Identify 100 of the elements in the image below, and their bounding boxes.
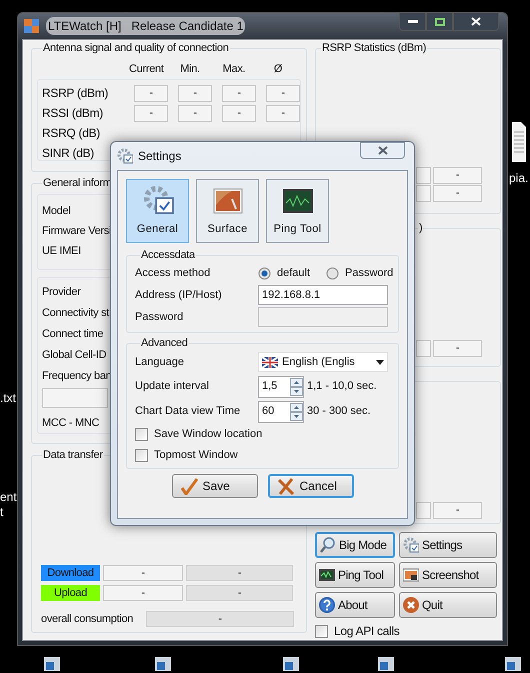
toolbar-button[interactable]: Ping Tool: [315, 562, 395, 588]
window-title: LTEWatch [H] Release Candidate 1: [46, 17, 246, 35]
field-label: Chart Data view Time: [135, 405, 240, 418]
magnifier-icon: [320, 537, 336, 553]
field-label: Password: [135, 310, 184, 323]
value-cell: [42, 388, 108, 408]
range-hint: 1,1 - 10,0 sec.: [307, 379, 377, 394]
column-header: Min.: [179, 62, 201, 75]
group-title: Accessdata: [140, 249, 196, 262]
field-label: Access method: [135, 266, 210, 279]
value-cell: -: [186, 565, 293, 581]
value-cell: -: [266, 104, 300, 122]
toolbar-button[interactable]: Settings: [399, 532, 497, 558]
row-label: RSRP (dBm): [42, 85, 110, 102]
field-label: Provider: [42, 285, 81, 300]
field-label: Connectivity st: [42, 306, 110, 321]
column-header: Ø: [272, 62, 284, 75]
checkbox[interactable]: Save Window location: [135, 424, 262, 445]
field-label: Connect time: [42, 327, 104, 342]
minimize-button[interactable]: [399, 12, 426, 31]
value-cell: -: [433, 502, 482, 519]
group-title: Antenna signal and quality of connection: [42, 42, 230, 55]
settings-tab[interactable]: Ping Tool: [266, 179, 329, 243]
taskbar-icon: [378, 657, 394, 671]
toolbar-button[interactable]: Screenshot: [399, 562, 497, 588]
maximize-icon: [434, 18, 444, 26]
value-cell: -: [103, 585, 183, 601]
field-label: MCC - MNC: [42, 416, 100, 431]
spin-arrows-icon: [290, 378, 303, 396]
radio-button[interactable]: Password: [326, 264, 394, 282]
toolbar-button[interactable]: Quit: [399, 592, 497, 618]
gear-icon: [403, 537, 419, 553]
flag-icon: [262, 356, 278, 368]
value-cell: -: [433, 167, 482, 184]
value-cell: -: [178, 104, 212, 122]
settings-icon: [117, 148, 133, 164]
spin-arrows-icon: [290, 402, 303, 420]
desktop-icon-label[interactable]: pia.: [509, 171, 528, 185]
settings-tab[interactable]: General: [126, 179, 189, 243]
dropdown-value: English (Englis: [282, 354, 356, 370]
close-icon: [471, 17, 481, 26]
log-api-checkbox[interactable]: Log API calls: [315, 622, 400, 640]
value-cell: -: [178, 84, 212, 102]
monitor-icon: [319, 567, 335, 583]
monitor-icon: [282, 186, 314, 214]
number-spinner[interactable]: 60: [258, 400, 304, 422]
value-cell: [416, 185, 431, 202]
close-button[interactable]: [453, 12, 499, 31]
toolbar-button[interactable]: Big Mode: [315, 532, 395, 558]
group-title: ): [418, 222, 424, 235]
spinner-value: 1,5: [262, 379, 278, 394]
gear-icon: [142, 184, 174, 214]
group-title: Data transfer: [42, 449, 104, 462]
checkbox[interactable]: Topmost Window: [135, 445, 238, 466]
value-cell: [416, 340, 431, 357]
value-cell: -: [134, 104, 168, 122]
row-label: SINR (dB): [42, 145, 95, 162]
value-cell: -: [222, 104, 256, 122]
range-hint: 30 - 300 sec.: [307, 404, 371, 420]
desktop-icon-label[interactable]: ent: [0, 490, 17, 504]
app-icon: [24, 18, 40, 34]
transfer-label: Download: [41, 565, 100, 581]
checkmark-icon: [180, 478, 198, 494]
field-label: Language: [135, 356, 184, 368]
field-label: Model: [42, 204, 70, 219]
value-cell: -: [433, 185, 482, 202]
row-label: RSRQ (dB): [42, 125, 101, 142]
toolbar-button[interactable]: About: [315, 592, 395, 618]
maximize-button[interactable]: [426, 12, 453, 31]
desktop-icon-label[interactable]: .txt: [0, 391, 16, 405]
field-label: overall consumption: [41, 612, 134, 627]
picture-icon: [212, 186, 244, 214]
dialog-title: Settings: [138, 148, 182, 165]
value-cell: [416, 167, 431, 184]
close-button[interactable]: [360, 142, 405, 159]
taskbar-icon: [155, 657, 171, 671]
value-cell: -: [146, 611, 294, 628]
language-dropdown[interactable]: English (Englis: [258, 352, 388, 372]
file-icon: [512, 122, 526, 162]
value-cell: -: [134, 84, 168, 102]
column-header: Current: [129, 62, 163, 75]
number-spinner[interactable]: 1,5: [258, 376, 304, 398]
settings-tab[interactable]: Surface: [196, 179, 259, 243]
address-field[interactable]: 192.168.8.1: [258, 285, 388, 305]
dialog-button[interactable]: Cancel: [268, 474, 354, 498]
help-icon: [319, 597, 335, 613]
row-label: RSSI (dBm): [42, 105, 104, 122]
value-cell: -: [266, 84, 300, 102]
field-label: Address (IP/Host): [135, 288, 222, 301]
dropdown-arrow-icon: [376, 360, 384, 364]
dialog-button[interactable]: Save: [172, 474, 258, 498]
field-label: UE IMEI: [42, 244, 81, 259]
picture-icon: [403, 567, 419, 583]
desktop-icon-label[interactable]: t: [0, 505, 4, 519]
group-title: Advanced: [140, 337, 189, 350]
minimize-icon: [408, 20, 418, 24]
quit-icon: [403, 597, 419, 613]
field-label: Global Cell-ID: [42, 348, 106, 363]
radio-button[interactable]: default: [258, 264, 326, 282]
value-cell: -: [186, 585, 293, 601]
